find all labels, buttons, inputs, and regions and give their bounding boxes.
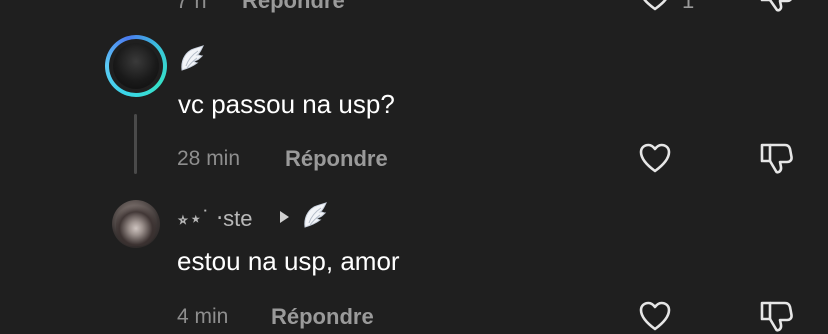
reply-button[interactable]: Répondre xyxy=(271,304,374,330)
heart-icon[interactable] xyxy=(638,0,672,12)
comment-text: vc passou na usp? xyxy=(178,89,395,119)
previous-like-count: 1 xyxy=(682,0,695,13)
comment-thread: 7 h Répondre 1 vc passou na usp? 28 min … xyxy=(0,0,828,334)
thumbs-down-icon[interactable] xyxy=(758,141,794,175)
comment-time: 4 min xyxy=(177,305,229,328)
heart-icon[interactable] xyxy=(638,142,672,174)
previous-reply-button[interactable]: Répondre xyxy=(242,0,345,14)
heart-icon[interactable] xyxy=(638,300,672,332)
thread-line xyxy=(134,114,137,174)
comment-username[interactable]: ⭒⋆˙ ‧ste xyxy=(177,206,252,232)
previous-comment-actions: 7 h Répondre 1 xyxy=(0,0,828,14)
reply-button[interactable]: Répondre xyxy=(285,146,388,172)
thumbs-down-icon[interactable] xyxy=(758,299,794,333)
avatar[interactable] xyxy=(105,35,167,97)
previous-comment-time: 7 h xyxy=(176,0,207,13)
thumbs-down-icon[interactable] xyxy=(758,0,794,12)
angel-wing-icon xyxy=(304,202,327,228)
comment-time: 28 min xyxy=(177,147,241,170)
avatar-photo xyxy=(113,43,159,89)
comment-text: estou na usp, amor xyxy=(177,246,400,276)
play-arrow-icon xyxy=(280,211,289,223)
avatar[interactable] xyxy=(112,200,160,248)
angel-wing-icon xyxy=(181,45,204,71)
